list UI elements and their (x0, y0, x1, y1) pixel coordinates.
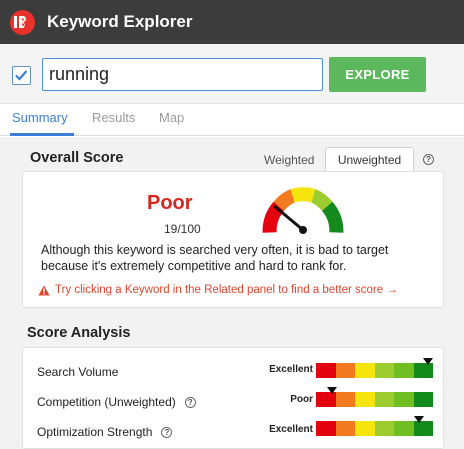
help-icon[interactable]: ? (161, 426, 173, 438)
title-bar: Keyword Explorer (0, 0, 464, 44)
score-label: Poor (147, 192, 193, 214)
metric-marker-competition (326, 387, 337, 394)
overall-score-title: Overall Score (30, 150, 124, 166)
scale-segment (394, 421, 414, 436)
check-icon (15, 70, 28, 81)
tab-weighted[interactable]: Weighted (264, 153, 314, 167)
scale-segment (355, 392, 375, 407)
keyword-checkbox[interactable] (12, 66, 31, 85)
tab-results[interactable]: Results (92, 110, 135, 125)
scale-segment (394, 392, 414, 407)
metric-rating-competition: Poor (290, 394, 313, 405)
gauge-segment-yellow (290, 187, 316, 203)
search-bar: EXPLORE (0, 44, 464, 104)
scale-segment (355, 363, 375, 378)
scale-segment (413, 363, 433, 378)
help-icon[interactable]: ? (423, 154, 434, 165)
scale-segment (335, 421, 355, 436)
metric-label-competition: Competition (Unweighted) ? (37, 395, 196, 409)
metric-rating-optimization-strength: Excellent (269, 424, 313, 435)
warning-icon (38, 285, 50, 295)
scale-segment (413, 421, 433, 436)
scale-segment (374, 363, 394, 378)
tab-unweighted[interactable]: Unweighted (325, 147, 414, 173)
view-tabs: Summary Results Map (0, 104, 464, 136)
summary-panel: Overall Score Weighted Unweighted ? Poor… (0, 137, 464, 449)
active-tab-indicator (10, 133, 74, 136)
tab-summary[interactable]: Summary (12, 110, 68, 125)
scale-segment (316, 363, 336, 378)
score-value: 19/100 (164, 222, 201, 236)
metric-rating-search-volume: Excellent (269, 364, 313, 375)
improve-score-hint: Try clicking a Keyword in the Related pa… (38, 284, 398, 296)
scale-segment (394, 363, 414, 378)
scale-segment (413, 392, 433, 407)
tab-map[interactable]: Map (159, 110, 184, 125)
keyword-search-input[interactable] (42, 58, 323, 91)
metric-scale-optimization-strength (316, 421, 433, 436)
scale-segment (374, 392, 394, 407)
scale-segment (335, 392, 355, 407)
overall-score-card: Poor 19/100 Although this keyword is sea… (22, 171, 444, 308)
metric-marker-optimization-strength (414, 416, 425, 423)
scale-segment (374, 421, 394, 436)
score-description: Although this keyword is searched very o… (41, 243, 389, 273)
warning-text[interactable]: Try clicking a Keyword in the Related pa… (55, 284, 398, 296)
gauge-needle (273, 205, 305, 232)
scale-segment (355, 421, 375, 436)
metric-scale-search-volume (316, 363, 433, 378)
scale-segment (316, 421, 336, 436)
app-title: Keyword Explorer (47, 12, 193, 31)
metric-label-search-volume: Search Volume (37, 365, 119, 379)
score-analysis-card: Search Volume Excellent Competition (Unw… (22, 347, 444, 449)
metric-scale-competition (316, 392, 433, 407)
help-icon[interactable]: ? (184, 396, 196, 408)
metric-label-optimization-strength: Optimization Strength ? (37, 425, 173, 439)
explore-button[interactable]: EXPLORE (329, 57, 426, 92)
score-analysis-title: Score Analysis (27, 325, 131, 341)
scale-segment (316, 392, 336, 407)
score-gauge (262, 187, 344, 234)
tubebuddy-logo-icon (10, 9, 35, 35)
scale-segment (335, 363, 355, 378)
metric-marker-search-volume (423, 358, 433, 365)
